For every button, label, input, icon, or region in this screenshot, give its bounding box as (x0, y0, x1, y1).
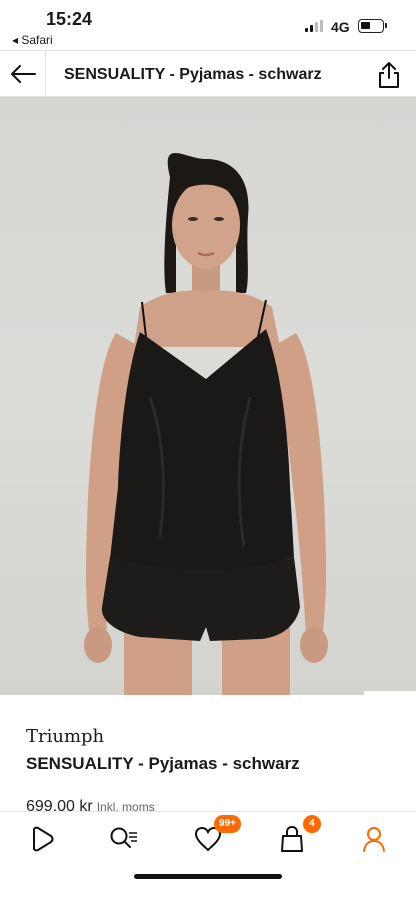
product-image[interactable] (0, 97, 416, 695)
search-icon (110, 827, 137, 848)
bag-icon (281, 825, 303, 852)
back-to-safari-link[interactable]: ◂ Safari (12, 33, 53, 47)
home-indicator (134, 874, 282, 879)
page-title: SENSUALITY - Pyjamas - schwarz (64, 66, 322, 83)
product-name: SENSUALITY - Pyjamas - schwarz (26, 754, 300, 773)
brand-name[interactable]: Triumph (26, 726, 104, 747)
tab-search[interactable] (106, 822, 142, 856)
wishlist-count-badge: 99+ (214, 815, 241, 833)
status-bar: 15:24 ◂ Safari 4G (0, 0, 416, 50)
back-button[interactable] (0, 51, 46, 97)
top-navigation: SENSUALITY - Pyjamas - schwarz (0, 50, 416, 97)
bag-count-badge: 4 (303, 815, 321, 833)
bottom-tab-bar: 99+ 4 (0, 811, 416, 900)
battery-icon (358, 19, 387, 33)
add-to-wishlist-button[interactable] (364, 691, 416, 695)
status-time: 15:24 (46, 9, 93, 29)
model-photo (84, 152, 328, 695)
profile-icon (363, 827, 385, 852)
tab-profile[interactable] (356, 822, 392, 856)
network-label: 4G (331, 19, 350, 35)
home-icon (33, 826, 54, 852)
back-arrow-icon (10, 65, 36, 83)
tab-home[interactable] (24, 822, 60, 856)
share-icon (379, 62, 399, 88)
signal-icon (305, 20, 325, 32)
share-button[interactable] (376, 61, 402, 89)
